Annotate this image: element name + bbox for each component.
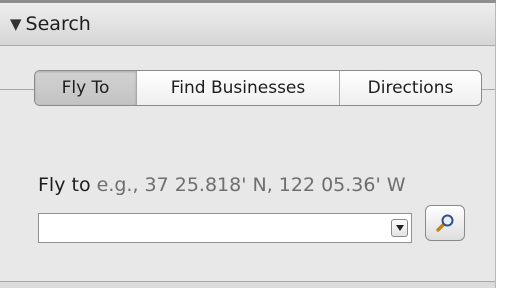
tab-find-businesses[interactable]: Find Businesses <box>136 71 339 105</box>
disclosure-triangle-icon[interactable]: ▼ <box>10 16 22 32</box>
tab-fly-to[interactable]: Fly To <box>35 71 136 105</box>
panel-title: Search <box>25 13 91 35</box>
fly-to-input[interactable] <box>39 214 379 242</box>
fly-to-label-text: Fly to <box>38 174 91 196</box>
tab-bar: Fly To Find Businesses Directions <box>34 70 482 106</box>
fly-to-label: Fly to e.g., 37 25.818' N, 122 05.36' W <box>38 174 406 196</box>
dropdown-triangle-glyph <box>395 225 404 231</box>
fly-to-hint: e.g., 37 25.818' N, 122 05.36' W <box>96 174 406 196</box>
tab-directions[interactable]: Directions <box>339 71 481 105</box>
search-panel: ▼ Search Fly To Find Businesses Directio… <box>0 0 496 288</box>
fly-to-combobox[interactable] <box>38 213 412 243</box>
panel-header[interactable]: ▼ Search <box>0 3 495 46</box>
bottom-area <box>0 282 495 288</box>
search-button[interactable] <box>425 205 465 241</box>
dropdown-arrow-icon[interactable] <box>391 219 408 237</box>
magnifier-icon <box>436 214 454 232</box>
